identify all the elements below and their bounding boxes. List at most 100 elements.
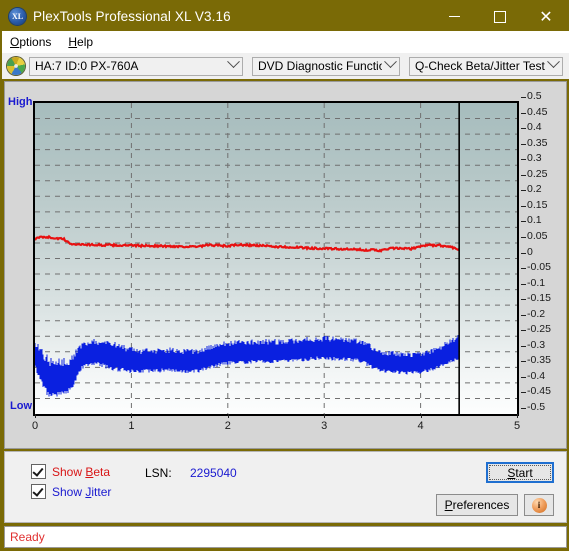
y-tick-mark [521,268,526,269]
y-tick-label: -0.5 [527,401,546,413]
y-tick-label: 0 [527,245,533,258]
chart-panel: High Low 0.5 0.45 0.4 0.35 0.3 0.25 0.2 0.15 0.1… [4,81,567,449]
y-tick-label: -0.15 [527,292,551,305]
y-tick-label: -0.2 [527,307,546,320]
y-tick-mark [521,283,526,285]
y-tick-mark [521,112,526,114]
controls-panel: Show Beta Show Jitter LSN: 2295040 Start… [4,451,567,523]
y-tick-label: 0.05 [527,229,548,242]
y-tick-label: -0.1 [527,276,546,289]
menu-help-accel: H [68,35,78,49]
x-tick-label: 5 [513,420,521,432]
drive-select[interactable]: HA:7 ID:0 PX-760A [29,54,243,76]
y-tick-label: 0.25 [527,167,548,180]
x-tick-mark [227,414,229,418]
status-text: Ready [10,530,45,544]
beta-jitter-plot [35,103,517,414]
plot-canvas [33,101,519,416]
x-tick-label: 4 [417,420,424,432]
show-beta-checkbox[interactable] [31,464,46,479]
y-tick-mark [521,408,526,409]
show-jitter-checkbox[interactable] [31,484,46,499]
preferences-accel: P [444,498,453,512]
chevron-down-icon [382,54,399,75]
y-tick-mark [521,174,526,176]
x-tick-label: 1 [128,420,135,432]
y-tick-mark [521,190,526,192]
y-tick-mark [521,252,526,254]
y-tick-label: 0.4 [527,121,542,134]
y-tick-mark [521,345,526,347]
start-button[interactable]: Start [486,462,554,483]
y-tick-mark [521,128,526,130]
chevron-down-icon [225,54,242,75]
x-tick-label: 0 [31,420,39,432]
y-tick-label: -0.45 [527,385,551,398]
y-tick-mark [521,361,526,363]
y-tick-mark [521,97,526,98]
x-tick-mark [517,414,518,418]
maximize-icon [494,10,506,23]
menu-options-rest: ptions [19,35,52,49]
y-tick-label: 0.1 [527,214,542,227]
y-axis-labels: 0.5 0.45 0.4 0.35 0.3 0.25 0.2 0.15 0.1 0.05 0 -0.0… [521,90,566,420]
y-tick-label: -0.25 [527,323,551,336]
y-tick-label: 0.3 [527,152,542,165]
axis-label-high: High [8,96,33,108]
y-tick-label: 0.2 [527,183,542,196]
close-icon: ✕ [539,8,553,26]
status-bar: Ready [4,526,567,548]
lsn-value: 2295040 [190,466,237,480]
y-tick-mark [521,221,526,223]
show-beta-checkbox-row[interactable]: Show Beta [31,464,110,479]
test-select[interactable]: Q-Check Beta/Jitter Test [409,54,563,76]
title-bar: XL PlexTools Professional XL V3.16 ✕ [2,2,569,31]
y-tick-label: -0.05 [527,261,551,273]
y-tick-label: -0.3 [527,338,546,351]
x-tick-mark [420,414,422,418]
optical-disc-icon [7,57,25,75]
menu-help-rest: elp [77,35,94,49]
y-tick-label: -0.4 [527,369,546,382]
y-tick-mark [521,236,526,238]
y-tick-mark [521,392,526,394]
show-jitter-accel: J [85,484,92,499]
x-tick-label: 2 [224,420,231,432]
y-tick-mark [521,376,526,378]
menu-item-options[interactable]: Options [2,33,60,51]
function-select-value: DVD Diagnostic Functions [258,59,382,73]
maximize-button[interactable] [477,2,523,31]
menu-item-help[interactable]: Help [60,33,102,51]
y-tick-label: 0.5 [527,90,542,102]
x-tick-mark [35,414,36,418]
preferences-button-label: Preferences [444,498,510,512]
y-tick-mark [521,314,526,316]
focus-outline [489,465,551,480]
y-tick-mark [521,205,526,207]
axis-label-low: Low [10,400,32,412]
y-tick-mark [521,330,526,332]
preferences-button[interactable]: Preferences [436,494,518,516]
y-tick-mark [521,299,526,301]
y-tick-label: -0.35 [527,354,551,367]
drive-select-value: HA:7 ID:0 PX-760A [35,59,139,73]
close-button[interactable]: ✕ [523,2,569,31]
info-button[interactable]: i [524,494,554,516]
y-tick-mark [521,159,526,161]
minimize-button[interactable] [431,2,477,31]
test-select-value: Q-Check Beta/Jitter Test [415,59,545,73]
x-tick-mark [131,414,133,418]
show-jitter-label: Show Jitter [52,484,112,499]
function-select[interactable]: DVD Diagnostic Functions [252,54,400,76]
info-icon: i [531,497,547,513]
x-axis-labels: 0 1 2 3 4 5 [31,414,523,436]
window-title: PlexTools Professional XL V3.16 [33,9,231,24]
x-tick-label: 3 [321,420,328,432]
minimize-icon [448,16,460,17]
show-jitter-checkbox-row[interactable]: Show Jitter [31,484,111,499]
y-tick-label: 0.35 [527,136,548,149]
show-beta-label: Show Beta [52,464,111,479]
lsn-label: LSN: [145,466,172,480]
menu-bar: Options Help [2,31,569,53]
plot-area [33,101,519,416]
